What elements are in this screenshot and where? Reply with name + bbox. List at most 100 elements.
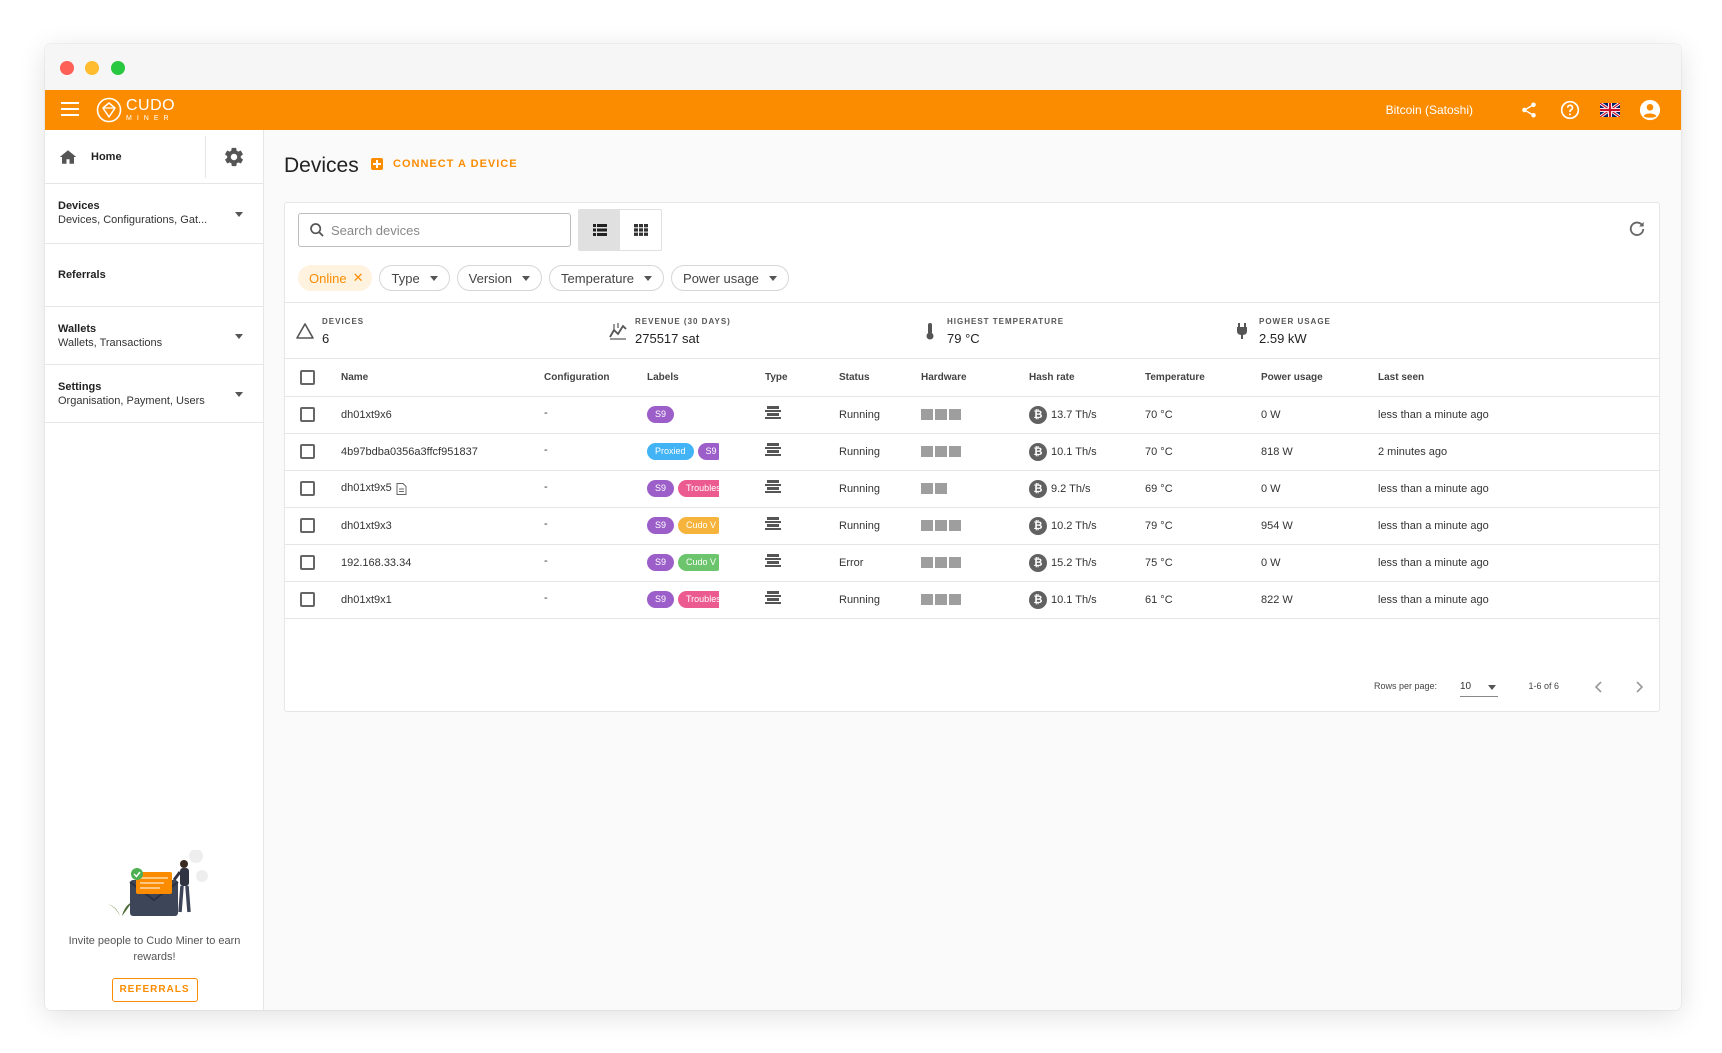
- sidebar-item-settings[interactable]: Settings Organisation, Payment, Users: [45, 365, 263, 423]
- column-header-power-usage[interactable]: Power usage: [1261, 359, 1378, 397]
- last-seen-cell: 2 minutes ago: [1378, 433, 1659, 471]
- sidebar-item-wallets[interactable]: Wallets Wallets, Transactions: [45, 307, 263, 365]
- column-header-labels[interactable]: Labels: [647, 359, 765, 397]
- gear-icon[interactable]: [223, 146, 245, 168]
- row-checkbox[interactable]: [300, 592, 315, 607]
- rows-per-page-value: 10: [1460, 681, 1472, 692]
- miner-type-icon: [765, 443, 781, 456]
- row-checkbox[interactable]: [300, 407, 315, 422]
- device-name[interactable]: 192.168.33.34: [341, 557, 411, 569]
- miner-type-icon: [765, 591, 781, 604]
- close-icon[interactable]: ✕: [353, 270, 364, 286]
- device-name-cell[interactable]: 192.168.33.34: [341, 544, 544, 582]
- device-label-chip[interactable]: S9: [647, 517, 675, 534]
- maximize-window-button[interactable]: [111, 61, 125, 75]
- chevron-left-icon[interactable]: [1589, 677, 1609, 697]
- device-label-chip[interactable]: S9: [697, 443, 719, 460]
- table-row[interactable]: dh01xt9x1 -S9Troubleshoot Running ₿ 10.1 Th/…: [285, 581, 1659, 619]
- device-name[interactable]: 4b97bdba0356a3ffcf951837: [341, 446, 478, 458]
- account-icon[interactable]: [1639, 99, 1661, 121]
- refresh-icon[interactable]: [1627, 219, 1647, 239]
- hardware-cell: [921, 507, 1029, 545]
- type-cell: [765, 470, 839, 508]
- sidebar-item-devices[interactable]: Devices Devices, Configurations, Gat...: [45, 184, 263, 244]
- hash-rate-value: 10.1 Th/s: [1051, 593, 1097, 606]
- device-label-chip[interactable]: S9: [647, 591, 675, 608]
- search-input[interactable]: [331, 222, 551, 238]
- device-label-chip[interactable]: S9: [647, 406, 675, 423]
- device-name-cell[interactable]: dh01xt9x5: [341, 470, 544, 508]
- table-row[interactable]: dh01xt9x6 - S9 Running ₿ 13.7 Th/s 70 °C 0 Wles…: [285, 396, 1659, 434]
- search-icon: [310, 223, 324, 237]
- column-header-configuration[interactable]: Configuration: [544, 359, 647, 397]
- table-row[interactable]: 4b97bdba0356a3ffcf951837 - Proxied S9 Runnin…: [285, 433, 1659, 471]
- device-name-cell[interactable]: dh01xt9x1: [341, 581, 544, 619]
- select-all-checkbox[interactable]: [300, 369, 315, 385]
- filter-chip-online[interactable]: Online ✕: [298, 265, 373, 291]
- row-checkbox[interactable]: [300, 555, 315, 570]
- referrals-button[interactable]: REFERRALS: [111, 978, 198, 1002]
- list-view-button[interactable]: [579, 210, 620, 250]
- stat-label: DEVICES: [322, 317, 365, 326]
- column-header-hardware[interactable]: Hardware: [921, 359, 1029, 397]
- filter-chip-power-usage[interactable]: Power usage: [671, 265, 789, 291]
- table-header-row: Name Configuration Labels Type Status Ha…: [285, 359, 1659, 397]
- filter-chip-temperature[interactable]: Temperature: [549, 265, 665, 291]
- grid-view-button[interactable]: [620, 210, 661, 250]
- filter-chip-version[interactable]: Version: [456, 265, 543, 291]
- column-header-status[interactable]: Status: [839, 359, 921, 397]
- labels-cell: S9 Cudo V: [647, 507, 765, 545]
- device-label-chip[interactable]: Troubleshoot: [678, 591, 719, 608]
- document-icon[interactable]: [396, 482, 407, 495]
- rows-per-page-select[interactable]: 10: [1460, 675, 1498, 697]
- sidebar-item-referrals[interactable]: Referrals: [45, 244, 263, 307]
- device-label-chip[interactable]: Cudo V: [678, 554, 719, 571]
- row-checkbox[interactable]: [300, 481, 315, 496]
- column-header-type[interactable]: Type: [765, 359, 839, 397]
- table-row[interactable]: dh01xt9x3 - S9 Cudo V Running ₿ 10.2 Th/s 79 °C…: [285, 507, 1659, 545]
- uk-flag-icon[interactable]: [1600, 103, 1620, 117]
- cudo-miner-logo[interactable]: CUDO MINER: [96, 96, 175, 124]
- configuration-cell: -: [544, 507, 647, 545]
- minimize-window-button[interactable]: [85, 61, 99, 75]
- column-header-temperature[interactable]: Temperature: [1145, 359, 1261, 397]
- stat-label: POWER USAGE: [1259, 317, 1331, 326]
- search-box[interactable]: [298, 213, 571, 247]
- stat-value: 79 °C: [947, 331, 980, 346]
- app-window: CUDO MINER Bitcoin (Satoshi) Home Device…: [45, 44, 1681, 1010]
- device-label-chip[interactable]: Proxied: [647, 443, 694, 460]
- close-window-button[interactable]: [60, 61, 74, 75]
- device-name-cell[interactable]: dh01xt9x6: [341, 396, 544, 434]
- sidebar-item-subtitle: Organisation, Payment, Users: [58, 395, 205, 407]
- device-label-chip[interactable]: S9: [647, 554, 675, 571]
- table-row[interactable]: 192.168.33.34 - S9 Cudo V Error ₿ 15.2 Th/s 75 …: [285, 544, 1659, 582]
- home-label: Home: [91, 151, 122, 163]
- device-name[interactable]: dh01xt9x3: [341, 520, 392, 532]
- device-name[interactable]: dh01xt9x1: [341, 594, 392, 606]
- column-header-name[interactable]: Name: [341, 359, 544, 397]
- row-checkbox[interactable]: [300, 444, 315, 459]
- table-row[interactable]: dh01xt9x5 -S9Troubleshoot Running ₿ 9.2 Th/s…: [285, 470, 1659, 508]
- power-usage-cell: 954 W: [1261, 507, 1378, 545]
- type-cell: [765, 581, 839, 619]
- row-checkbox[interactable]: [300, 518, 315, 533]
- chevron-right-icon[interactable]: [1629, 677, 1649, 697]
- configuration-cell: -: [544, 396, 647, 434]
- menu-icon[interactable]: [61, 102, 79, 118]
- share-icon[interactable]: [1518, 99, 1540, 121]
- column-header-last-seen[interactable]: Last seen: [1378, 359, 1659, 397]
- device-name-cell[interactable]: 4b97bdba0356a3ffcf951837: [341, 433, 544, 471]
- device-label-chip[interactable]: Troubleshoot: [678, 480, 719, 497]
- device-name[interactable]: dh01xt9x6: [341, 409, 392, 421]
- currency-selector[interactable]: Bitcoin (Satoshi): [1386, 103, 1473, 117]
- device-label-chip[interactable]: S9: [647, 480, 675, 497]
- column-header-hash-rate[interactable]: Hash rate: [1029, 359, 1145, 397]
- help-icon[interactable]: [1559, 99, 1581, 121]
- device-label-chip[interactable]: Cudo V: [678, 517, 719, 534]
- hash-rate-cell: ₿ 13.7 Th/s: [1029, 396, 1145, 434]
- connect-device-button[interactable]: CONNECT A DEVICE: [371, 158, 518, 170]
- sidebar-item-home[interactable]: Home: [45, 130, 205, 184]
- filter-chip-type[interactable]: Type: [379, 265, 450, 291]
- device-name-cell[interactable]: dh01xt9x3: [341, 507, 544, 545]
- device-name[interactable]: dh01xt9x5: [341, 482, 392, 494]
